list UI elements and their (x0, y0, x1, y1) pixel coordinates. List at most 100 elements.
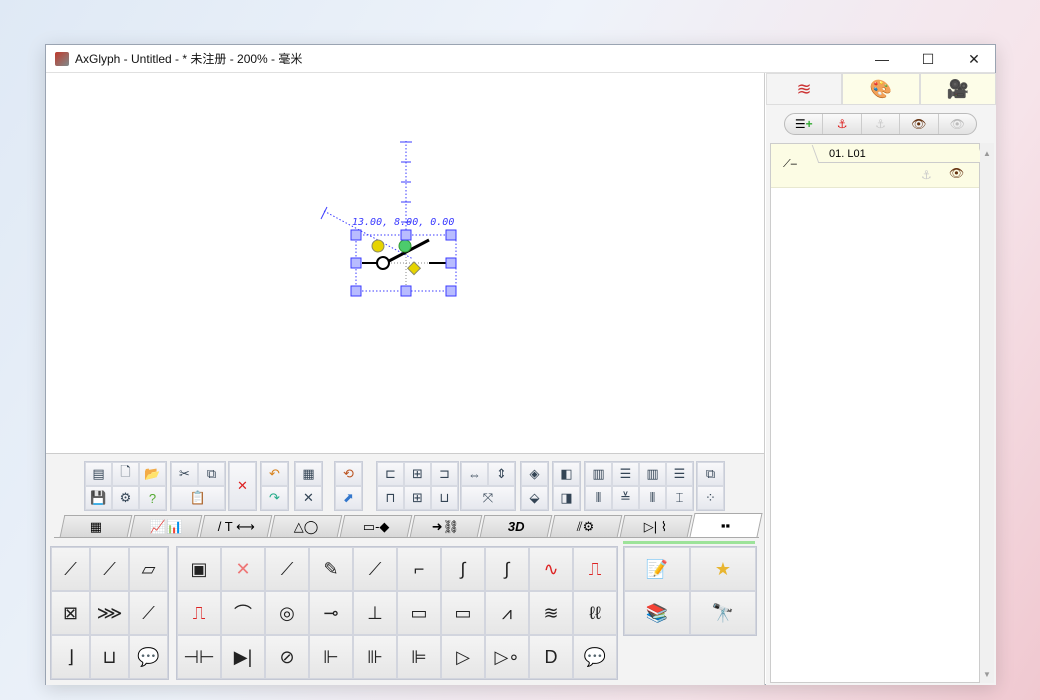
rotate-button[interactable]: ⟲ (335, 462, 362, 486)
hide-layer-button[interactable]: 👁 (939, 114, 976, 134)
mirror-v-button[interactable]: ⬙ (521, 486, 548, 510)
tab-library[interactable]: ▪▪ (689, 513, 763, 537)
anchor-disabled-button[interactable]: ⚓ (862, 114, 901, 134)
flip-button[interactable]: ⬈ (335, 486, 362, 510)
switch-tool[interactable]: ⊸ (309, 591, 353, 635)
control-point-diamond[interactable] (406, 261, 422, 276)
tab-chart[interactable]: 📈📊 (129, 515, 203, 537)
pin-dot-tool[interactable]: ⟋ (51, 547, 90, 591)
coax-tool[interactable]: ◎ (265, 591, 309, 635)
tab-flowchart[interactable]: ▭-◆ (339, 515, 413, 537)
select-group-tool[interactable]: ▣ (177, 547, 221, 591)
jumper-crossover-tool[interactable]: ⌒ (221, 591, 265, 635)
delete-x-tool[interactable]: ✕ (221, 547, 265, 591)
comment-bubble-tool[interactable]: 💬 (129, 635, 168, 679)
align-bottom-button[interactable]: ⊔ (431, 486, 458, 510)
rotation-guide[interactable] (320, 141, 414, 260)
distribute-spacing-button[interactable]: ⌶ (666, 486, 693, 510)
align-middle-v-button[interactable]: ⊞ (404, 486, 431, 510)
step-bracket-tool[interactable]: ⌋ (51, 635, 90, 679)
align-center-h-button[interactable]: ⊞ (404, 462, 431, 486)
layer-scrollbar[interactable]: ▲ ▼ (980, 143, 994, 683)
line-segment-tool[interactable]: ⟋ (265, 547, 309, 591)
minimize-button[interactable]: — (859, 45, 905, 73)
space-v-button[interactable]: ☰ (666, 462, 693, 486)
tab-electronics[interactable]: ⫽⚙ (549, 515, 623, 537)
not-gate-tool[interactable]: ▷∘ (485, 635, 529, 679)
comment-bubble-tool[interactable]: 💬 (573, 635, 617, 679)
anchor-button[interactable]: ⚓ (823, 114, 862, 134)
paste-button[interactable]: 📋 (171, 486, 225, 510)
tab-line-text-dimension[interactable]: / T ⟷ (199, 515, 273, 537)
copy-button[interactable]: ⧉ (198, 462, 225, 486)
mosfet-diode-tool[interactable]: ⊪ (353, 635, 397, 679)
distribute-center-button[interactable]: ≚ (612, 486, 639, 510)
s-curve-connector-tool[interactable]: ∫ (485, 547, 529, 591)
elbow-connector-tool[interactable]: ⌐ (397, 547, 441, 591)
layer-lock-icon[interactable]: ⚓ (921, 168, 932, 182)
line-endpoint-tool[interactable]: ⟋ (90, 547, 129, 591)
resistor-zigzag-tool[interactable]: ⩘ (485, 591, 529, 635)
show-layer-button[interactable]: 👁 (900, 114, 939, 134)
control-point-green[interactable] (398, 239, 412, 253)
diode-tool[interactable]: ▶| (221, 635, 265, 679)
opamp-tool[interactable]: ▷ (441, 635, 485, 679)
align-top-button[interactable]: ⊓ (377, 486, 404, 510)
tab-circuit[interactable]: ▷| ⌇ (619, 515, 693, 537)
tab-layers[interactable]: ≋ (766, 73, 842, 105)
align-right-button[interactable]: ⊐ (431, 462, 458, 486)
tab-styles[interactable]: 🎨 (842, 73, 920, 105)
help-button[interactable]: ? (139, 486, 166, 510)
close-button[interactable]: ✕ (951, 45, 997, 73)
u-shape-tool[interactable]: ⊔ (90, 635, 129, 679)
fuse-tool[interactable]: ▭ (397, 591, 441, 635)
rectangle-tilted-tool[interactable]: ▱ (129, 547, 168, 591)
distribute-h-button[interactable]: ▥ (585, 462, 612, 486)
view-options-button[interactable]: ▤ (85, 462, 112, 486)
save-button[interactable]: 💾 (85, 486, 112, 510)
open-folder-button[interactable]: 📂 (139, 462, 166, 486)
same-height-button[interactable]: ⇕ (488, 462, 515, 486)
tab-shapes[interactable]: △◯ (269, 515, 343, 537)
same-size-button[interactable]: ⤧ (461, 486, 515, 510)
cut-button[interactable]: ✂ (171, 462, 198, 486)
igbt-tool[interactable]: ⊫ (397, 635, 441, 679)
maximize-button[interactable]: ☐ (905, 45, 951, 73)
bring-front-button[interactable]: ◧ (553, 462, 580, 486)
resistor-spring-tool[interactable]: ⋙ (90, 591, 129, 635)
square-wave-tool[interactable]: ⎍ (177, 591, 221, 635)
distribute-v-button[interactable]: ☰ (612, 462, 639, 486)
and-gate-tool[interactable]: D (529, 635, 573, 679)
inductor-core-tool[interactable]: ≋ (529, 591, 573, 635)
same-width-button[interactable]: ⇔ (461, 462, 488, 486)
sine-wave-tool[interactable]: ∿ (529, 547, 573, 591)
mirror-h-button[interactable]: ◈ (521, 462, 548, 486)
favorite-star-tool[interactable]: ★ (690, 547, 756, 591)
notepad-tool[interactable]: 📝 (624, 547, 690, 591)
layer-visible-icon[interactable]: 👁 (949, 166, 964, 180)
send-back-button[interactable]: ◨ (553, 486, 580, 510)
redo-button[interactable]: ↷ (261, 486, 288, 510)
ungroup-button[interactable]: ⁘ (697, 486, 724, 510)
new-document-button[interactable]: 🗋 (112, 462, 139, 486)
control-point-yellow[interactable] (371, 239, 385, 253)
tab-org-chart[interactable]: ➜⛓ (409, 515, 483, 537)
component-tilted-tool[interactable]: ⟋ (129, 591, 168, 635)
align-left-button[interactable]: ⊏ (377, 462, 404, 486)
layer-item[interactable]: ⟋– 01. L01 ⚓ 👁 (771, 144, 985, 188)
transistor-tool[interactable]: ⊘ (265, 635, 309, 679)
distribute-left-button[interactable]: ⫴ (585, 486, 612, 510)
resistor-box-tool[interactable]: ▭ (441, 591, 485, 635)
distribute-right-button[interactable]: ⫴ (639, 486, 666, 510)
tab-animation[interactable]: 🎥 (920, 73, 996, 105)
space-h-button[interactable]: ▥ (639, 462, 666, 486)
curved-connector-tool[interactable]: ∫ (441, 547, 485, 591)
mosfet-tool[interactable]: ⊩ (309, 635, 353, 679)
inductor-coil-tool[interactable]: ℓℓ (573, 591, 617, 635)
group-button[interactable]: ⧉ (697, 462, 724, 486)
capacitor-tool[interactable]: ⊣⊢ (177, 635, 221, 679)
settings-gear-button[interactable]: ⚙ (112, 486, 139, 510)
undo-button[interactable]: ↶ (261, 462, 288, 486)
delete-button[interactable]: ✕ (229, 462, 256, 510)
add-layer-button[interactable]: ☰+ (785, 114, 824, 134)
